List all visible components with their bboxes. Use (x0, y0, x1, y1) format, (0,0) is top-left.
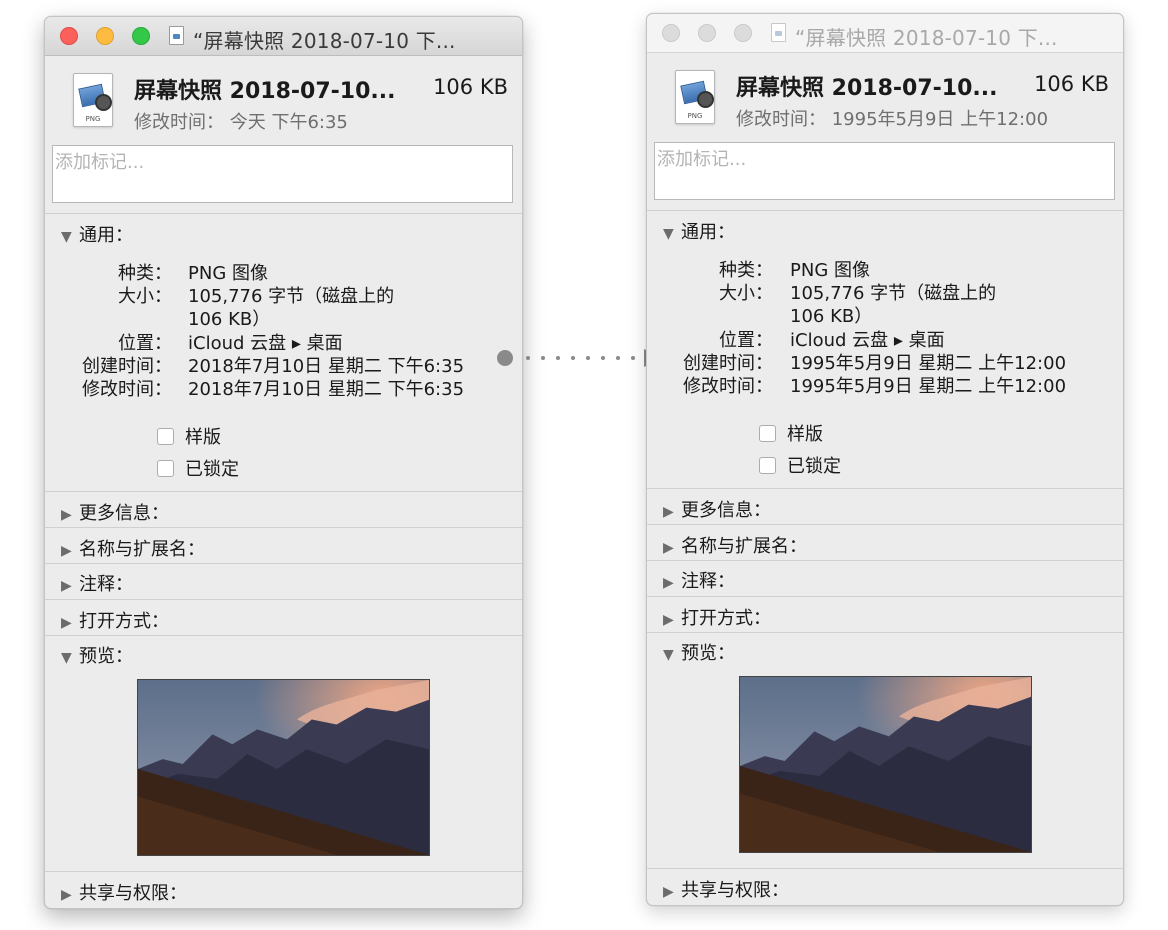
preview-image (137, 679, 430, 856)
disclosure-collapsed-icon[interactable]: ▶ (61, 615, 79, 631)
section-name-ext-header[interactable]: ▶ 名称与扩展名： (663, 532, 807, 558)
change-arrow-connector (497, 349, 662, 367)
file-icon-ext-label: PNG (687, 112, 703, 120)
section-sharing-header[interactable]: ▶ 共享与权限： (663, 876, 789, 902)
tags-input[interactable]: 添加标记... (52, 145, 513, 203)
disclosure-collapsed-icon[interactable]: ▶ (663, 884, 681, 900)
section-preview-header[interactable]: ▼ 预览： (663, 639, 735, 665)
section-general-header[interactable]: ▼ 通用： (61, 221, 133, 247)
file-icon-ext-label: PNG (85, 115, 101, 123)
locked-label: 已锁定 (185, 459, 239, 480)
modified-summary: 修改时间： 今天 下午6:35 (134, 112, 348, 133)
disclosure-collapsed-icon[interactable]: ▶ (61, 507, 79, 523)
file-name: 屏幕快照 2018-07-10... (134, 79, 396, 104)
disclosure-expanded-icon[interactable]: ▼ (61, 650, 79, 666)
divider (45, 213, 522, 214)
disclosure-expanded-icon[interactable]: ▼ (663, 226, 681, 242)
stationery-checkbox-row[interactable]: 样版 (759, 420, 823, 446)
window-title: “屏幕快照 2018-07-10 下... (795, 26, 1058, 50)
title-bar[interactable]: “屏幕快照 2018-07-10 下... (647, 14, 1123, 53)
section-comments-header[interactable]: ▶ 注释： (663, 567, 735, 593)
disclosure-collapsed-icon[interactable]: ▶ (663, 612, 681, 628)
stationery-checkbox[interactable] (157, 428, 174, 445)
disclosure-expanded-icon[interactable]: ▼ (61, 229, 79, 245)
window-title: “屏幕快照 2018-07-10 下... (193, 29, 456, 53)
close-button[interactable] (662, 24, 680, 42)
disclosure-collapsed-icon[interactable]: ▶ (663, 504, 681, 520)
document-proxy-icon[interactable] (771, 23, 786, 42)
modified-label: 修改时间： (683, 376, 773, 397)
stationery-label: 样版 (185, 427, 221, 448)
preview-image (739, 676, 1032, 853)
png-file-icon: PNG (73, 73, 113, 127)
modified-label: 修改时间： (82, 379, 172, 400)
size-value-disk: 106 KB） (790, 306, 873, 327)
zoom-button[interactable] (734, 24, 752, 42)
section-more-info-header[interactable]: ▶ 更多信息： (61, 499, 169, 525)
size-label: 大小： (118, 286, 172, 307)
section-preview-header[interactable]: ▼ 预览： (61, 642, 133, 668)
disclosure-collapsed-icon[interactable]: ▶ (663, 540, 681, 556)
disclosure-expanded-icon[interactable]: ▼ (663, 647, 681, 663)
file-size: 106 KB (433, 75, 508, 99)
locked-checkbox-row[interactable]: 已锁定 (157, 455, 239, 481)
size-label: 大小： (719, 283, 773, 304)
png-file-icon: PNG (675, 70, 715, 124)
locked-checkbox-row[interactable]: 已锁定 (759, 452, 841, 478)
section-comments-header[interactable]: ▶ 注释： (61, 570, 133, 596)
disclosure-collapsed-icon[interactable]: ▶ (61, 887, 79, 903)
disclosure-collapsed-icon[interactable]: ▶ (61, 578, 79, 594)
section-more-info-header[interactable]: ▶ 更多信息： (663, 496, 771, 522)
locked-checkbox[interactable] (759, 457, 776, 474)
section-name-ext-header[interactable]: ▶ 名称与扩展名： (61, 535, 205, 561)
tags-input[interactable]: 添加标记... (654, 142, 1115, 200)
info-window-before: “屏幕快照 2018-07-10 下... PNG 屏幕快照 2018-07-1… (44, 16, 523, 909)
section-general-header[interactable]: ▼ 通用： (663, 218, 735, 244)
size-value-disk: 106 KB） (188, 309, 271, 330)
stationery-label: 样版 (787, 424, 823, 445)
modified-summary: 修改时间： 1995年5月9日 上午12:00 (736, 109, 1049, 130)
disclosure-collapsed-icon[interactable]: ▶ (61, 543, 79, 559)
section-sharing-header[interactable]: ▶ 共享与权限： (61, 879, 187, 905)
disclosure-collapsed-icon[interactable]: ▶ (663, 575, 681, 591)
section-open-with-header[interactable]: ▶ 打开方式： (61, 607, 169, 633)
info-window-after: “屏幕快照 2018-07-10 下... PNG 屏幕快照 2018-07-1… (646, 13, 1124, 906)
zoom-button[interactable] (132, 27, 150, 45)
minimize-button[interactable] (698, 24, 716, 42)
modified-value: 2018年7月10日 星期二 下午6:35 (188, 379, 465, 400)
minimize-button[interactable] (96, 27, 114, 45)
file-name: 屏幕快照 2018-07-10... (736, 76, 998, 101)
connector-dot-icon (497, 350, 513, 366)
stationery-checkbox[interactable] (759, 425, 776, 442)
file-size: 106 KB (1034, 72, 1109, 96)
stationery-checkbox-row[interactable]: 样版 (157, 423, 221, 449)
locked-checkbox[interactable] (157, 460, 174, 477)
section-open-with-header[interactable]: ▶ 打开方式： (663, 604, 771, 630)
close-button[interactable] (60, 27, 78, 45)
document-proxy-icon[interactable] (169, 26, 184, 45)
locked-label: 已锁定 (787, 456, 841, 477)
title-bar[interactable]: “屏幕快照 2018-07-10 下... (45, 17, 522, 56)
modified-value: 1995年5月9日 星期二 上午12:00 (790, 376, 1067, 397)
